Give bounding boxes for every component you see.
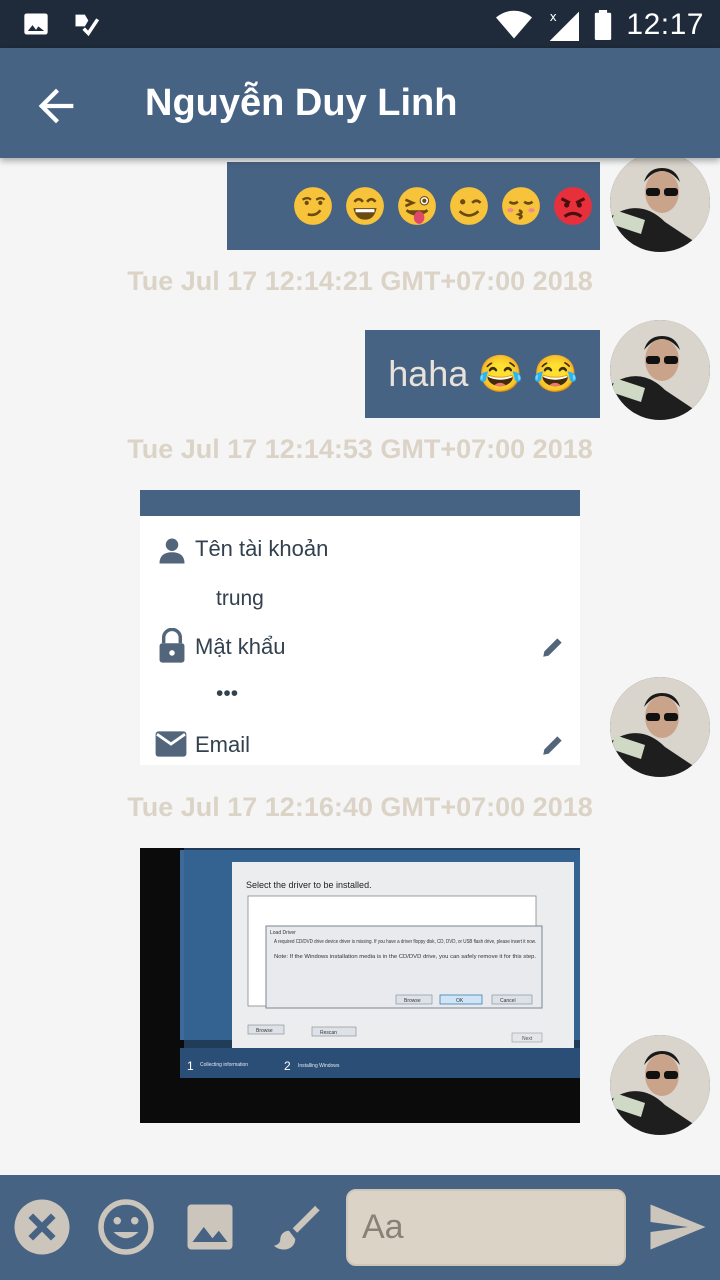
lock-icon [159, 628, 185, 663]
close-icon [14, 1199, 70, 1255]
kissing-emoji [502, 187, 540, 225]
password-value-row: ••• [140, 678, 580, 718]
password-row: Mật khẩu [140, 628, 580, 670]
avatar-photo [610, 152, 710, 252]
clock: 12:17 [626, 8, 704, 41]
svg-text:1: 1 [187, 1059, 194, 1073]
avatar[interactable] [610, 677, 710, 777]
wifi-icon [496, 10, 533, 39]
message-timestamp: Tue Jul 17 12:16:40 GMT+07:00 2018 [127, 792, 593, 822]
edit-icon [543, 736, 562, 755]
close-button[interactable] [12, 1197, 72, 1257]
message-bubble[interactable] [227, 162, 600, 250]
account-value: trung [216, 587, 264, 610]
tongue-wink-emoji [398, 187, 436, 225]
account-value-row: trung [140, 583, 580, 623]
check-notification-icon [75, 14, 100, 37]
chat-header: Nguyễn Duy Linh [0, 48, 720, 158]
account-row: Tên tài khoản [140, 532, 580, 572]
message-timestamp: Tue Jul 17 12:14:53 GMT+07:00 2018 [127, 434, 593, 464]
browse-label-bottom: Browse [256, 1028, 273, 1034]
photo-message[interactable]: Select the driver to be installed. Load … [140, 848, 580, 1123]
image-button[interactable] [180, 1197, 240, 1257]
signal-icon: x [550, 10, 580, 41]
emoji-button[interactable] [96, 1197, 156, 1257]
emoji-icon [98, 1199, 154, 1255]
svg-text:2: 2 [284, 1059, 291, 1073]
grin-emoji [346, 187, 384, 225]
image-icon [24, 13, 48, 35]
brush-icon [274, 1205, 320, 1250]
setup-heading: Select the driver to be installed. [246, 880, 372, 890]
rescan-label: Rescan [320, 1030, 337, 1036]
dialog-title: Load Driver [270, 930, 296, 936]
step-installing: Installing Windows [298, 1063, 340, 1069]
avatar-photo [610, 677, 710, 777]
avatar[interactable] [610, 1035, 710, 1135]
message-input[interactable] [346, 1189, 626, 1266]
mail-icon [155, 731, 187, 757]
password-value: ••• [216, 682, 239, 705]
avatar[interactable] [610, 152, 710, 252]
next-label: Next [522, 1036, 533, 1042]
brush-button[interactable] [264, 1197, 324, 1257]
message-bubble[interactable]: haha 😂 😂 [365, 330, 600, 418]
browse-label: Browse [404, 998, 421, 1004]
message-composer [0, 1175, 720, 1280]
contact-name: Nguyễn Duy Linh [145, 82, 458, 124]
ok-label: OK [456, 998, 464, 1004]
message-text: haha 😂 😂 [388, 353, 578, 394]
email-row: Email [140, 728, 580, 765]
image-header-bar [140, 490, 580, 516]
arrow-back-icon [38, 88, 74, 124]
smirk-emoji [294, 187, 332, 225]
image-icon [187, 1204, 233, 1250]
dialog-note: Note: If the Windows installation media … [274, 954, 536, 960]
angry-emoji [554, 187, 592, 225]
send-button[interactable] [648, 1199, 708, 1259]
email-label: Email [195, 732, 251, 757]
send-icon [650, 1204, 706, 1250]
battery-icon [595, 10, 612, 40]
password-label: Mật khẩu [195, 634, 286, 659]
message-timestamp: Tue Jul 17 12:14:21 GMT+07:00 2018 [127, 266, 593, 296]
avatar[interactable] [610, 320, 710, 420]
windows-setup-photo: Select the driver to be installed. Load … [140, 848, 580, 1123]
cancel-label: Cancel [500, 998, 516, 1004]
account-label: Tên tài khoản [195, 536, 329, 561]
avatar-photo [610, 320, 710, 420]
person-icon [159, 538, 185, 564]
step-collecting: Collecting information [200, 1062, 248, 1068]
svg-text:x: x [550, 10, 557, 24]
status-bar: x 12:17 [0, 0, 720, 48]
wink-emoji [450, 187, 488, 225]
back-button[interactable] [30, 80, 82, 132]
dialog-message: A required CD/DVD drive device driver is… [274, 939, 536, 945]
image-message[interactable]: Tên tài khoản trung Mật khẩu ••• Email [140, 490, 580, 765]
avatar-photo [610, 1035, 710, 1135]
edit-icon [543, 638, 562, 657]
